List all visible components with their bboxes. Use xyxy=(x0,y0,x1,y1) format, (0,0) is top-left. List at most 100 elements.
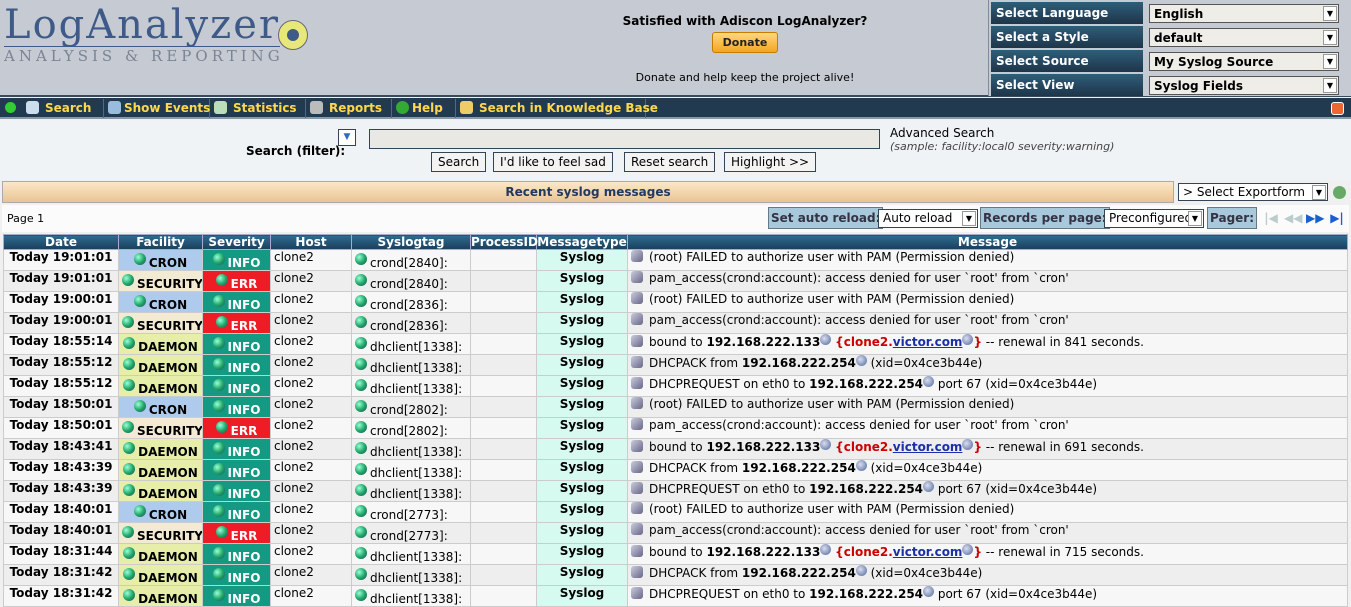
message-details-icon[interactable] xyxy=(631,502,643,514)
message-details-icon[interactable] xyxy=(631,523,643,535)
info-icon[interactable] xyxy=(962,334,974,345)
host-cell[interactable]: clone2 xyxy=(270,270,352,292)
host-cell[interactable]: clone2 xyxy=(270,480,352,502)
message-details-icon[interactable] xyxy=(631,440,643,452)
table-row[interactable]: Today 19:00:01 SECURITY ERR clone2 crond… xyxy=(3,312,1348,334)
facility-cell[interactable]: SECURITY xyxy=(118,270,203,292)
feel-sad-button[interactable]: I'd like to feel sad xyxy=(493,152,613,172)
table-row[interactable]: Today 18:40:01 CRON INFO clone2 crond[27… xyxy=(3,501,1348,523)
message-cell[interactable]: bound to 192.168.222.133 {clone2.victor.… xyxy=(627,438,1348,460)
message-details-icon[interactable] xyxy=(631,545,643,557)
severity-cell[interactable]: INFO xyxy=(202,354,271,376)
table-row[interactable]: Today 18:55:12 DAEMON INFO clone2 dhclie… xyxy=(3,354,1348,376)
facility-cell[interactable]: DAEMON xyxy=(118,459,203,481)
message-details-icon[interactable] xyxy=(631,377,643,389)
nav-reports[interactable]: Reports xyxy=(306,99,392,118)
severity-cell[interactable]: INFO xyxy=(202,585,271,607)
syslogtag-cell[interactable]: dhclient[1338]: xyxy=(351,438,471,460)
info-icon[interactable] xyxy=(962,439,974,450)
syslogtag-cell[interactable]: crond[2773]: xyxy=(351,501,471,523)
reset-search-button[interactable]: Reset search xyxy=(624,152,716,172)
message-cell[interactable]: DHCPACK from 192.168.222.254 (xid=0x4ce3… xyxy=(627,459,1348,481)
ip-address[interactable]: 192.168.222.254 xyxy=(742,356,856,370)
host-cell[interactable]: clone2 xyxy=(270,459,352,481)
search-button[interactable]: Search xyxy=(431,152,487,172)
message-cell[interactable]: pam_access(crond:account): access denied… xyxy=(627,270,1348,292)
message-cell[interactable]: DHCPACK from 192.168.222.254 (xid=0x4ce3… xyxy=(627,354,1348,376)
table-row[interactable]: Today 18:43:39 DAEMON INFO clone2 dhclie… xyxy=(3,480,1348,502)
records-per-page-select[interactable]: Preconfigured ▼ xyxy=(1104,209,1204,228)
severity-cell[interactable]: INFO xyxy=(202,564,271,586)
ip-address[interactable]: 192.168.222.254 xyxy=(809,482,923,496)
message-cell[interactable]: (root) FAILED to authorize user with PAM… xyxy=(627,291,1348,313)
info-icon[interactable] xyxy=(923,376,935,387)
table-row[interactable]: Today 19:01:01 SECURITY ERR clone2 crond… xyxy=(3,270,1348,292)
host-cell[interactable]: clone2 xyxy=(270,543,352,565)
chevron-down-icon[interactable]: ▼ xyxy=(1323,54,1337,69)
column-header-severity[interactable]: Severity xyxy=(202,234,271,250)
table-row[interactable]: Today 18:50:01 SECURITY ERR clone2 crond… xyxy=(3,417,1348,439)
previous-page-icon[interactable]: ◀◀ xyxy=(1284,211,1302,227)
host-cell[interactable]: clone2 xyxy=(270,291,352,313)
syslogtag-cell[interactable]: dhclient[1338]: xyxy=(351,585,471,607)
info-icon[interactable] xyxy=(962,544,974,555)
nav-show-events[interactable]: Show Events xyxy=(104,99,210,118)
facility-cell[interactable]: DAEMON xyxy=(118,480,203,502)
severity-cell[interactable]: ERR xyxy=(202,417,271,439)
fqdn-domain-link[interactable]: victor.com xyxy=(893,335,963,349)
syslogtag-cell[interactable]: crond[2840]: xyxy=(351,270,471,292)
view-select[interactable]: Syslog Fields ▼ xyxy=(1149,76,1339,95)
export-select[interactable]: > Select Exportform ▼ xyxy=(1178,183,1328,201)
message-details-icon[interactable] xyxy=(631,397,643,409)
syslogtag-cell[interactable]: crond[2802]: xyxy=(351,417,471,439)
syslogtag-cell[interactable]: dhclient[1338]: xyxy=(351,543,471,565)
facility-cell[interactable]: SECURITY xyxy=(118,522,203,544)
host-cell[interactable]: clone2 xyxy=(270,396,352,418)
message-details-icon[interactable] xyxy=(631,250,643,262)
ip-address[interactable]: 192.168.222.254 xyxy=(809,377,923,391)
loganalyzer-logo[interactable]: LogAnalyzer ANALYSIS & REPORTING xyxy=(4,4,284,65)
host-cell[interactable]: clone2 xyxy=(270,354,352,376)
table-row[interactable]: Today 18:55:12 DAEMON INFO clone2 dhclie… xyxy=(3,375,1348,397)
table-row[interactable]: Today 18:43:41 DAEMON INFO clone2 dhclie… xyxy=(3,438,1348,460)
message-cell[interactable]: DHCPACK from 192.168.222.254 (xid=0x4ce3… xyxy=(627,564,1348,586)
ip-address[interactable]: 192.168.222.254 xyxy=(742,461,856,475)
window-icon[interactable] xyxy=(1331,102,1344,115)
ip-address[interactable]: 192.168.222.133 xyxy=(706,545,820,559)
nav-statistics[interactable]: Statistics xyxy=(210,99,306,118)
table-row[interactable]: Today 18:31:44 DAEMON INFO clone2 dhclie… xyxy=(3,543,1348,565)
message-cell[interactable]: (root) FAILED to authorize user with PAM… xyxy=(627,501,1348,523)
message-details-icon[interactable] xyxy=(631,271,643,283)
host-cell[interactable]: clone2 xyxy=(270,522,352,544)
fqdn-domain-link[interactable]: victor.com xyxy=(893,545,963,559)
export-icon[interactable] xyxy=(1333,186,1346,199)
table-row[interactable]: Today 18:50:01 CRON INFO clone2 crond[28… xyxy=(3,396,1348,418)
message-cell[interactable]: bound to 192.168.222.133 {clone2.victor.… xyxy=(627,333,1348,355)
facility-cell[interactable]: CRON xyxy=(118,249,203,271)
column-header-processid[interactable]: ProcessID xyxy=(470,234,538,250)
search-input[interactable] xyxy=(369,129,880,149)
message-details-icon[interactable] xyxy=(631,587,643,599)
style-select[interactable]: default ▼ xyxy=(1149,28,1339,47)
syslogtag-cell[interactable]: dhclient[1338]: xyxy=(351,564,471,586)
host-cell[interactable]: clone2 xyxy=(270,438,352,460)
column-header-messagetype[interactable]: Messagetype xyxy=(536,234,628,250)
message-cell[interactable]: pam_access(crond:account): access denied… xyxy=(627,312,1348,334)
facility-cell[interactable]: DAEMON xyxy=(118,375,203,397)
chevron-down-icon[interactable]: ▼ xyxy=(1323,30,1337,45)
table-row[interactable]: Today 19:01:01 CRON INFO clone2 crond[28… xyxy=(3,249,1348,271)
syslogtag-cell[interactable]: dhclient[1338]: xyxy=(351,480,471,502)
facility-cell[interactable]: CRON xyxy=(118,396,203,418)
ip-address[interactable]: 192.168.222.254 xyxy=(742,566,856,580)
facility-cell[interactable]: DAEMON xyxy=(118,564,203,586)
host-cell[interactable]: clone2 xyxy=(270,249,352,271)
info-icon[interactable] xyxy=(923,481,935,492)
facility-cell[interactable]: SECURITY xyxy=(118,417,203,439)
syslogtag-cell[interactable]: dhclient[1338]: xyxy=(351,354,471,376)
severity-cell[interactable]: INFO xyxy=(202,396,271,418)
message-details-icon[interactable] xyxy=(631,313,643,325)
host-cell[interactable]: clone2 xyxy=(270,312,352,334)
info-icon[interactable] xyxy=(855,565,867,576)
syslogtag-cell[interactable]: dhclient[1338]: xyxy=(351,459,471,481)
column-header-facility[interactable]: Facility xyxy=(118,234,203,250)
